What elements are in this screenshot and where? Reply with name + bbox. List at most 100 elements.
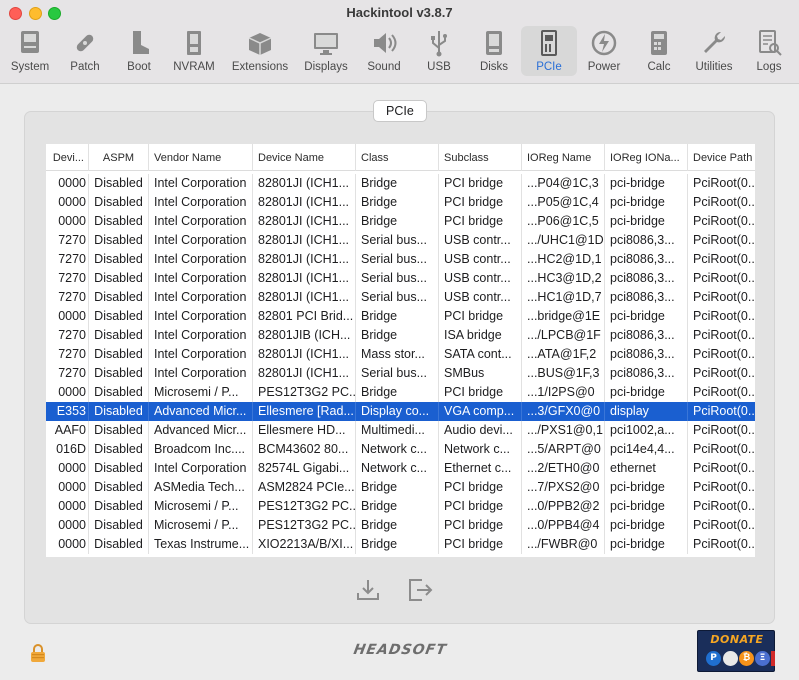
- cell-class: Bridge: [355, 383, 438, 402]
- cell-vendor-name: Intel Corporation: [148, 193, 252, 212]
- table-row[interactable]: 7270 Disabled Intel Corporation 82801JI (IC…: [46, 288, 755, 307]
- table-row[interactable]: 0000 Disabled Intel Corporation 82801JI (IC…: [46, 193, 755, 212]
- cell-device-id: 0000: [58, 461, 86, 475]
- cell-class: Display co...: [355, 402, 438, 421]
- cell-aspm: Disabled: [88, 440, 148, 459]
- column-header-device-id[interactable]: Devi...: [46, 144, 88, 171]
- cell-ioreg-name: .../PXS1@0,1: [521, 421, 604, 440]
- toolbar-item-disks[interactable]: Disks: [466, 26, 522, 76]
- cell-class: Multimedi...: [355, 421, 438, 440]
- cell-device-name: 82801JI (ICH1...: [252, 231, 355, 250]
- cell-device-name: 82801JI (ICH1...: [252, 345, 355, 364]
- donate-button[interactable]: DONATE P ₿ Ξ: [697, 630, 775, 672]
- table-row[interactable]: 7270 Disabled Intel Corporation 82801JI (IC…: [46, 269, 755, 288]
- pcie-table[interactable]: Devi... ASPM Vendor Name Device Name Cla…: [46, 144, 755, 557]
- cell-ioreg-name: ...ATA@1F,2: [521, 345, 604, 364]
- table-row[interactable]: 0000 Disabled Intel Corporation 82801 PCI B…: [46, 307, 755, 326]
- cell-ioreg-name: ...5/ARPT@0: [521, 440, 604, 459]
- export-button[interactable]: [354, 576, 382, 604]
- cell-ioreg-ioname: ethernet: [604, 459, 687, 478]
- toolbar-item-sound[interactable]: Sound: [356, 26, 412, 76]
- table-row[interactable]: 0000 Disabled Microsemi / P... PES12T3G2 PC…: [46, 516, 755, 535]
- tab-pcie[interactable]: PCIe: [373, 100, 427, 122]
- cell-ioreg-name: ...P04@1C,3: [521, 174, 604, 193]
- table-row[interactable]: 7270 Disabled Intel Corporation 82801JI (IC…: [46, 231, 755, 250]
- column-header-ioreg-ioname[interactable]: IOReg IONa...: [604, 144, 687, 171]
- table-row[interactable]: 7270 Disabled Intel Corporation 82801JI (IC…: [46, 250, 755, 269]
- table-row[interactable]: 0000 Disabled ASMedia Tech... ASM2824 PCIe.…: [46, 478, 755, 497]
- toolbar-item-system[interactable]: System: [2, 26, 58, 76]
- cell-aspm: Disabled: [88, 193, 148, 212]
- cell-device-id: 016D: [56, 442, 86, 456]
- toolbar-item-nvram[interactable]: NVRAM: [166, 26, 222, 76]
- system-icon: [21, 31, 39, 53]
- table-row[interactable]: 016D Disabled Broadcom Inc.... BCM43602 80.…: [46, 440, 755, 459]
- cell-vendor-name: Intel Corporation: [148, 459, 252, 478]
- cell-device-path: PciRoot(0...: [687, 421, 755, 440]
- cell-subclass: USB contr...: [438, 288, 521, 307]
- lock-icon[interactable]: [28, 643, 48, 663]
- table-row[interactable]: 7270 Disabled Intel Corporation 82801JI (IC…: [46, 364, 755, 383]
- toolbar-item-pcie[interactable]: PCIe: [521, 26, 577, 76]
- table-row[interactable]: 0000 Disabled Intel Corporation 82801JI (IC…: [46, 174, 755, 193]
- column-header-ioreg-name[interactable]: IOReg Name: [521, 144, 604, 171]
- column-header-device-name[interactable]: Device Name: [252, 144, 355, 171]
- cell-ioreg-ioname: pci1002,a...: [604, 421, 687, 440]
- table-row[interactable]: 0000 Disabled Microsemi / P... PES12T3G2 PC…: [46, 497, 755, 516]
- column-header-vendor-name[interactable]: Vendor Name: [148, 144, 252, 171]
- cell-vendor-name: Intel Corporation: [148, 250, 252, 269]
- cell-device-path: PciRoot(0...: [687, 307, 755, 326]
- share-button[interactable]: [406, 576, 434, 604]
- cell-ioreg-ioname: pci-bridge: [604, 535, 687, 554]
- toolbar-item-usb[interactable]: USB: [411, 26, 467, 76]
- toolbar-item-extensions[interactable]: Extensions: [228, 26, 292, 76]
- toolbar-item-power[interactable]: Power: [576, 26, 632, 76]
- flag-icon: [771, 651, 775, 666]
- column-header-aspm[interactable]: ASPM: [88, 144, 148, 171]
- column-header-device-path[interactable]: Device Path: [687, 144, 755, 171]
- cell-device-id: 0000: [58, 385, 86, 399]
- table-row[interactable]: 7270 Disabled Intel Corporation 82801JIB (I…: [46, 326, 755, 345]
- cell-class: Bridge: [355, 497, 438, 516]
- toolbar-item-logs[interactable]: Logs: [741, 26, 797, 76]
- cell-subclass: Audio devi...: [438, 421, 521, 440]
- cell-device-path: PciRoot(0...: [687, 535, 755, 554]
- cell-vendor-name: Microsemi / P...: [148, 516, 252, 535]
- cell-subclass: PCI bridge: [438, 383, 521, 402]
- cell-device-path: PciRoot(0...: [687, 402, 755, 421]
- column-header-class[interactable]: Class: [355, 144, 438, 171]
- table-row[interactable]: 0000 Disabled Intel Corporation 82801JI (IC…: [46, 212, 755, 231]
- toolbar-item-calc[interactable]: Calc: [631, 26, 687, 76]
- cell-device-id: 0000: [58, 499, 86, 513]
- cell-ioreg-name: .../LPCB@1F: [521, 326, 604, 345]
- toolbar-item-patch[interactable]: Patch: [57, 26, 113, 76]
- cell-vendor-name: Intel Corporation: [148, 174, 252, 193]
- cell-ioreg-name: ...BUS@1F,3: [521, 364, 604, 383]
- cell-vendor-name: Intel Corporation: [148, 364, 252, 383]
- table-row[interactable]: 0000 Disabled Intel Corporation 82574L Giga…: [46, 459, 755, 478]
- table-row[interactable]: E353 Disabled Advanced Micr... Ellesmere [R…: [46, 402, 755, 421]
- table-row[interactable]: 7270 Disabled Intel Corporation 82801JI (IC…: [46, 345, 755, 364]
- toolbar-item-displays[interactable]: Displays: [298, 26, 354, 76]
- cell-vendor-name: Intel Corporation: [148, 269, 252, 288]
- cell-device-name: PES12T3G2 PC...: [252, 383, 355, 402]
- cell-aspm: Disabled: [88, 364, 148, 383]
- table-row[interactable]: 0000 Disabled Microsemi / P... PES12T3G2 PC…: [46, 383, 755, 402]
- cell-class: Mass stor...: [355, 345, 438, 364]
- cell-ioreg-ioname: pci-bridge: [604, 383, 687, 402]
- cell-ioreg-name: ...P05@1C,4: [521, 193, 604, 212]
- cell-aspm: Disabled: [88, 345, 148, 364]
- cell-ioreg-name: .../UHC1@1D: [521, 231, 604, 250]
- cell-ioreg-ioname: pci8086,3...: [604, 250, 687, 269]
- cell-subclass: Ethernet c...: [438, 459, 521, 478]
- cell-subclass: PCI bridge: [438, 478, 521, 497]
- table-row[interactable]: 0000 Disabled Texas Instrume... XIO2213A/B/…: [46, 535, 755, 554]
- cell-vendor-name: Broadcom Inc....: [148, 440, 252, 459]
- toolbar-item-boot[interactable]: Boot: [111, 26, 167, 76]
- cell-ioreg-name: ...7/PXS2@0: [521, 478, 604, 497]
- power-icon: [591, 30, 617, 56]
- toolbar-item-utilities[interactable]: Utilities: [686, 26, 742, 76]
- cell-vendor-name: Intel Corporation: [148, 231, 252, 250]
- table-row[interactable]: AAF0 Disabled Advanced Micr... Ellesmere HD…: [46, 421, 755, 440]
- column-header-subclass[interactable]: Subclass: [438, 144, 521, 171]
